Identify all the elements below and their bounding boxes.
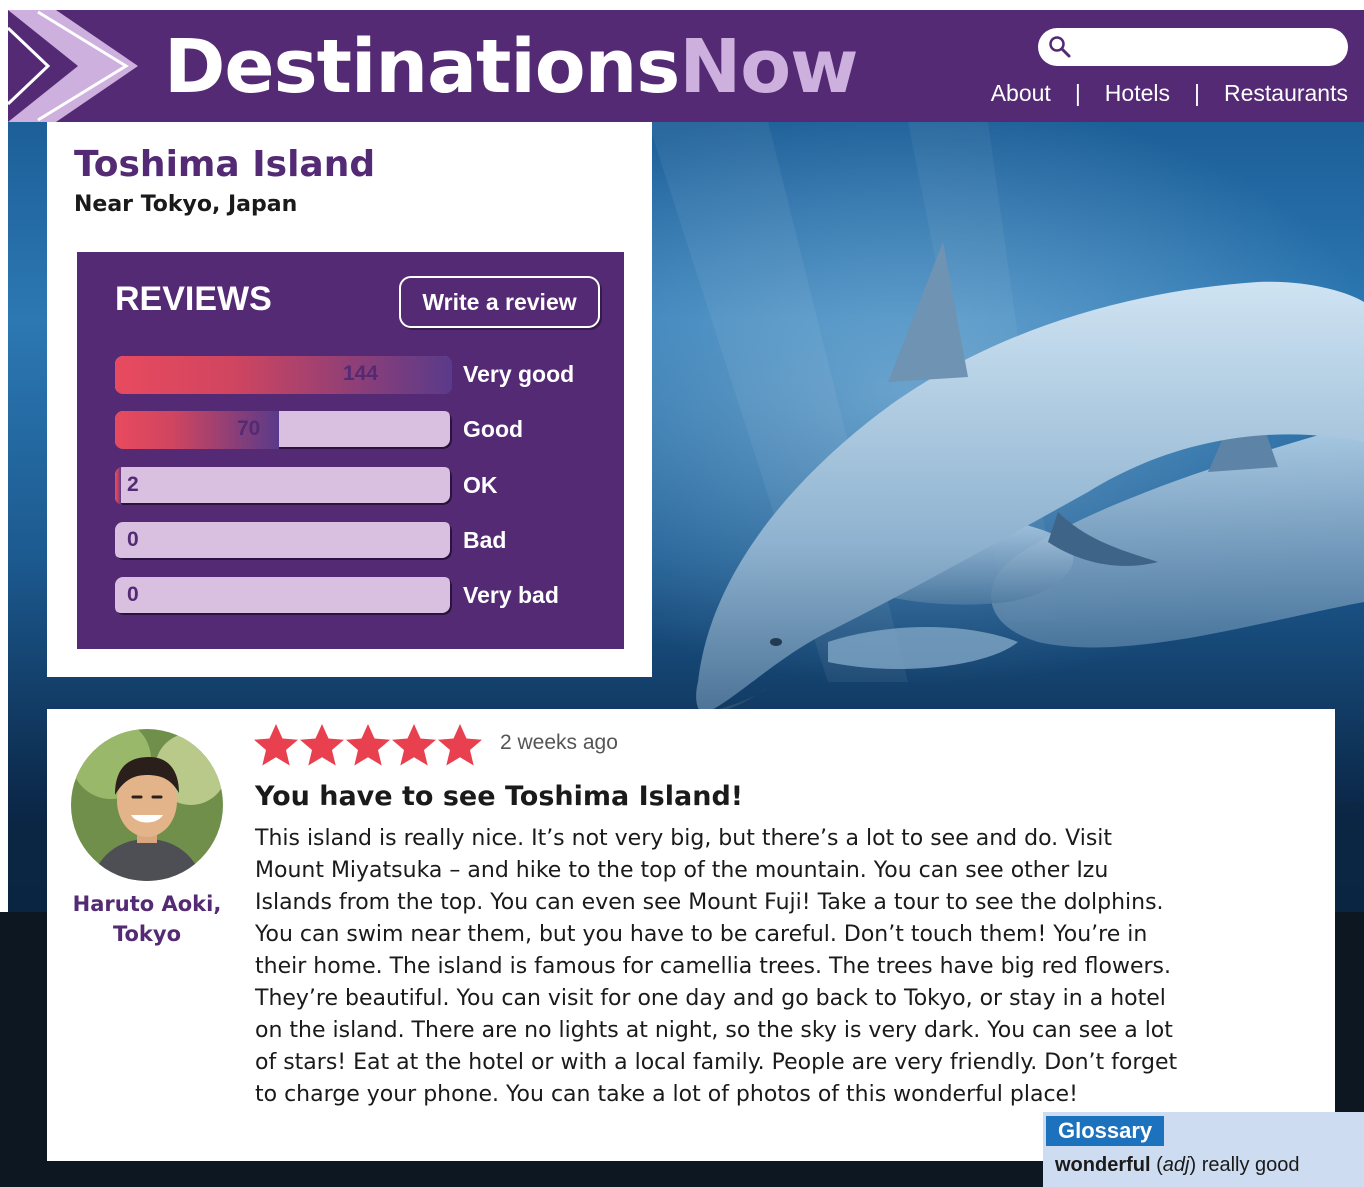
rating-bar-fill xyxy=(115,356,452,394)
nav-separator: | xyxy=(1194,80,1200,106)
reviewer-photo xyxy=(71,729,223,881)
star-icon xyxy=(346,724,390,766)
rating-label: OK xyxy=(463,472,498,498)
rating-count: 70 xyxy=(237,417,261,440)
nav-separator: | xyxy=(1074,80,1081,106)
star-icon xyxy=(254,724,298,766)
rating-bar-fill xyxy=(115,467,121,505)
page-title: Toshima Island xyxy=(74,144,376,185)
rating-bar-track xyxy=(115,577,452,615)
rating-bar-track xyxy=(115,356,452,394)
review-body: This island is really nice. It’s not ver… xyxy=(255,826,1178,1107)
review-card: Haruto Aoki, Tokyo 2 weeks ago You have … xyxy=(47,709,1335,1161)
rating-count: 0 xyxy=(127,583,139,606)
glossary-pos: adj xyxy=(1162,1154,1190,1176)
rating-label: Very good xyxy=(463,361,575,387)
reviews-heading: REVIEWS xyxy=(115,280,272,318)
glossary-box: Glossary wonderful (adj) really good xyxy=(1043,1112,1364,1187)
avatar xyxy=(71,729,223,881)
rating-count: 0 xyxy=(127,528,139,551)
reviewer-city: Tokyo xyxy=(112,922,182,946)
glossary-word: wonderful xyxy=(1055,1154,1151,1176)
rating-row-bad: 0 Bad xyxy=(115,522,595,562)
rating-row-ok: 2 OK xyxy=(115,467,595,507)
search-icon[interactable] xyxy=(1048,35,1072,59)
reviewer-name-line: Haruto Aoki, xyxy=(72,892,222,916)
nav-restaurants[interactable]: Restaurants xyxy=(1224,80,1348,107)
rating-bar-track xyxy=(115,411,452,449)
nav-hotels[interactable]: Hotels xyxy=(1105,80,1170,107)
search-input[interactable] xyxy=(1078,34,1338,60)
rating-bar-track xyxy=(115,467,452,505)
glossary-heading: Glossary xyxy=(1046,1116,1165,1146)
logo-secondary: Now xyxy=(679,24,858,110)
rating-row-good: 70 Good xyxy=(115,411,595,451)
rating-bar-track xyxy=(115,522,452,560)
write-review-button[interactable]: Write a review xyxy=(399,276,600,328)
star-icon xyxy=(438,724,482,766)
place-info-card: Toshima Island Near Tokyo, Japan REVIEWS… xyxy=(47,122,652,677)
rating-row-very-good: 144 Very good xyxy=(115,356,595,396)
glossary-entry: wonderful (adj) really good xyxy=(1055,1154,1300,1176)
site-header: DestinationsNow About | Hotels | Restaur… xyxy=(8,10,1364,122)
logo-primary: Destinations xyxy=(164,24,680,110)
star-icon xyxy=(300,724,344,766)
rating-label: Very bad xyxy=(463,582,559,608)
search-box[interactable] xyxy=(1038,28,1348,66)
main-nav: About | Hotels | Restaurants xyxy=(991,80,1348,107)
rating-label: Bad xyxy=(463,527,507,553)
place-location: Near Tokyo, Japan xyxy=(74,192,298,217)
reviewer-name: Haruto Aoki, Tokyo xyxy=(47,889,247,949)
rating-count: 2 xyxy=(127,473,139,496)
star-rating xyxy=(253,723,483,767)
review-timestamp: 2 weeks ago xyxy=(500,731,618,754)
site-logo[interactable]: DestinationsNow xyxy=(164,24,858,110)
review-title: You have to see Toshima Island! xyxy=(255,781,744,812)
rating-row-very-bad: 0 Very bad xyxy=(115,577,595,617)
star-icon xyxy=(392,724,436,766)
logo-chevron-icon xyxy=(8,10,138,122)
rating-label: Good xyxy=(463,416,524,442)
reviews-summary: REVIEWS Write a review 144 Very good 70 … xyxy=(77,252,624,649)
glossary-definition: really good xyxy=(1201,1154,1300,1176)
nav-about[interactable]: About xyxy=(991,80,1051,107)
rating-count: 144 xyxy=(343,362,379,385)
